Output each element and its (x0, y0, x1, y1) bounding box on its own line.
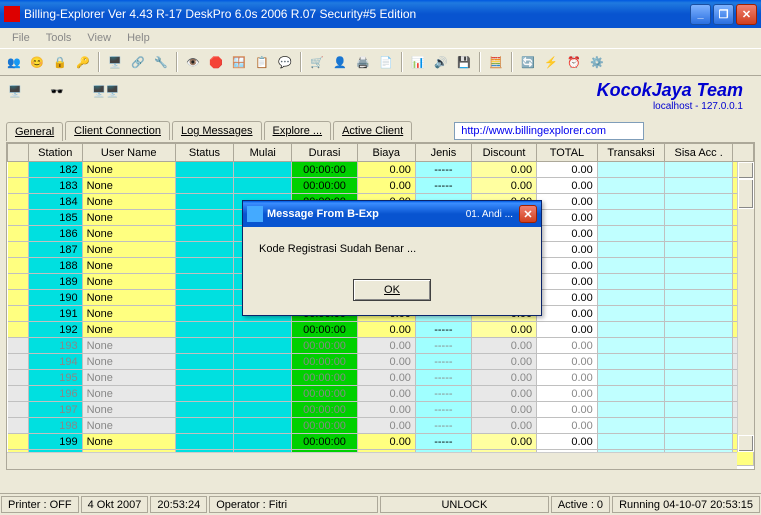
table-row[interactable]: 199None00:00:000.00-----0.000.00 (8, 434, 754, 450)
col-biaya[interactable]: Biaya (357, 144, 415, 162)
table-row[interactable]: 183None00:00:000.00-----0.000.00 (8, 178, 754, 194)
brand-block: KocokJaya Team localhost - 127.0.0.1 (597, 80, 753, 112)
message-dialog: Message From B-Exp 01. Andi ... ✕ Kode R… (242, 200, 542, 316)
col-tail[interactable] (732, 144, 753, 162)
dialog-subtitle: 01. Andi ... (466, 209, 513, 220)
ok-button[interactable]: OK (353, 279, 431, 301)
menu-view[interactable]: View (81, 30, 117, 46)
disk-icon[interactable]: 💾 (454, 52, 474, 72)
col-mulai[interactable]: Mulai (234, 144, 292, 162)
status-printer: Printer : OFF (1, 496, 79, 513)
monitor-icon[interactable]: 🖥️ (105, 52, 125, 72)
dialog-body: Kode Registrasi Sudah Benar ... (243, 227, 541, 271)
bolt-icon[interactable]: ⚡ (541, 52, 561, 72)
url-box[interactable]: http://www.billingexplorer.com (454, 122, 644, 140)
minimize-button[interactable]: _ (690, 4, 711, 25)
key-icon[interactable]: 🔑 (73, 52, 93, 72)
col-jenis[interactable]: Jenis (415, 144, 471, 162)
col-durasi[interactable]: Durasi (292, 144, 357, 162)
table-row[interactable]: 194None00:00:000.00-----0.000.00 (8, 354, 754, 370)
chart-icon[interactable]: 📊 (408, 52, 428, 72)
scroll-up-icon[interactable] (738, 162, 754, 179)
close-button[interactable]: ✕ (736, 4, 757, 25)
computer-icon[interactable]: 🖥️ (8, 85, 36, 107)
toolbar: 👥 😊 🔒 🔑 🖥️ 🔗 🔧 👁️ 🛑 🪟 📋 💬 🛒 👤 🖨️ 📄 📊 🔊 💾… (0, 48, 761, 76)
people-icon[interactable]: 👤 (330, 52, 350, 72)
network-computers-icon[interactable]: 🖥️🖥️ (92, 85, 120, 107)
lock-icon[interactable]: 🔒 (50, 52, 70, 72)
maximize-button[interactable]: ❐ (713, 4, 734, 25)
scrollbar-horizontal[interactable] (7, 452, 737, 469)
title-bar: Billing-Explorer Ver 4.43 R-17 DeskPro 6… (0, 0, 761, 28)
refresh-icon[interactable]: 🔄 (518, 52, 538, 72)
col-station[interactable]: Station (28, 144, 82, 162)
menu-help[interactable]: Help (121, 30, 156, 46)
scroll-down-icon[interactable] (738, 435, 754, 452)
tab-active-client[interactable]: Active Client (333, 121, 412, 140)
tab-strip: General Client Connection Log Messages E… (0, 116, 761, 140)
stop-icon[interactable]: 🛑 (206, 52, 226, 72)
header-panel: 🖥️ 🕶️ 🖥️🖥️ KocokJaya Team localhost - 12… (0, 76, 761, 116)
col-status[interactable]: Status (175, 144, 233, 162)
menu-file[interactable]: File (6, 30, 36, 46)
gear-icon[interactable]: ⚙️ (587, 52, 607, 72)
status-running: Running 04-10-07 20:53:15 (612, 496, 760, 513)
glasses-icon[interactable]: 🕶️ (50, 85, 78, 107)
col-transaksi[interactable]: Transaksi (597, 144, 665, 162)
status-lock: UNLOCK (380, 496, 549, 513)
col-user[interactable]: User Name (82, 144, 175, 162)
table-row[interactable]: 198None00:00:000.00-----0.000.00 (8, 418, 754, 434)
table-row[interactable]: 196None00:00:000.00-----0.000.00 (8, 386, 754, 402)
dialog-title: Message From B-Exp (267, 208, 466, 220)
table-row[interactable]: 192None00:00:000.00-----0.000.00 (8, 322, 754, 338)
calc-icon[interactable]: 🧮 (486, 52, 506, 72)
status-time: 20:53:24 (150, 496, 207, 513)
clock-icon[interactable]: ⏰ (564, 52, 584, 72)
col-discount[interactable]: Discount (471, 144, 536, 162)
print-icon[interactable]: 🖨️ (353, 52, 373, 72)
scroll-thumb[interactable] (738, 179, 754, 209)
tool-icon[interactable]: 🔧 (151, 52, 171, 72)
users-icon[interactable]: 👥 (4, 52, 24, 72)
table-row[interactable]: 195None00:00:000.00-----0.000.00 (8, 370, 754, 386)
page-icon[interactable]: 📄 (376, 52, 396, 72)
table-row[interactable]: 193None00:00:000.00-----0.000.00 (8, 338, 754, 354)
header-row: Station User Name Status Mulai Durasi Bi… (8, 144, 754, 162)
col-sisa[interactable]: Sisa Acc . (665, 144, 733, 162)
notes-icon[interactable]: 📋 (252, 52, 272, 72)
status-date: 4 Okt 2007 (81, 496, 149, 513)
status-active: Active : 0 (551, 496, 610, 513)
brand-host: localhost - 127.0.0.1 (597, 101, 743, 112)
cart-icon[interactable]: 🛒 (307, 52, 327, 72)
app-icon (4, 6, 20, 22)
dialog-icon (247, 206, 263, 222)
table-row[interactable]: 182None00:00:000.00-----0.000.00 (8, 162, 754, 178)
sound-icon[interactable]: 🔊 (431, 52, 451, 72)
status-operator: Operator : Fitri (209, 496, 378, 513)
network-icon[interactable]: 🔗 (128, 52, 148, 72)
window-title: Billing-Explorer Ver 4.43 R-17 DeskPro 6… (24, 7, 690, 21)
status-bar: Printer : OFF 4 Okt 2007 20:53:24 Operat… (0, 493, 761, 515)
menu-tools[interactable]: Tools (40, 30, 78, 46)
tab-explore[interactable]: Explore ... (264, 121, 332, 140)
col-total[interactable]: TOTAL (537, 144, 598, 162)
chat-icon[interactable]: 💬 (275, 52, 295, 72)
tab-client-connection[interactable]: Client Connection (65, 121, 170, 140)
col-blank[interactable] (8, 144, 29, 162)
tab-general[interactable]: General (6, 122, 63, 141)
menu-bar: File Tools View Help (0, 28, 761, 48)
eye-icon[interactable]: 👁️ (183, 52, 203, 72)
tab-log-messages[interactable]: Log Messages (172, 121, 262, 140)
scrollbar-vertical[interactable] (737, 162, 754, 452)
table-row[interactable]: 197None00:00:000.00-----0.000.00 (8, 402, 754, 418)
dialog-titlebar[interactable]: Message From B-Exp 01. Andi ... ✕ (243, 201, 541, 227)
brand-name: KocokJaya Team (597, 80, 743, 101)
window-icon[interactable]: 🪟 (229, 52, 249, 72)
dialog-close-button[interactable]: ✕ (519, 205, 537, 223)
smiley-icon[interactable]: 😊 (27, 52, 47, 72)
